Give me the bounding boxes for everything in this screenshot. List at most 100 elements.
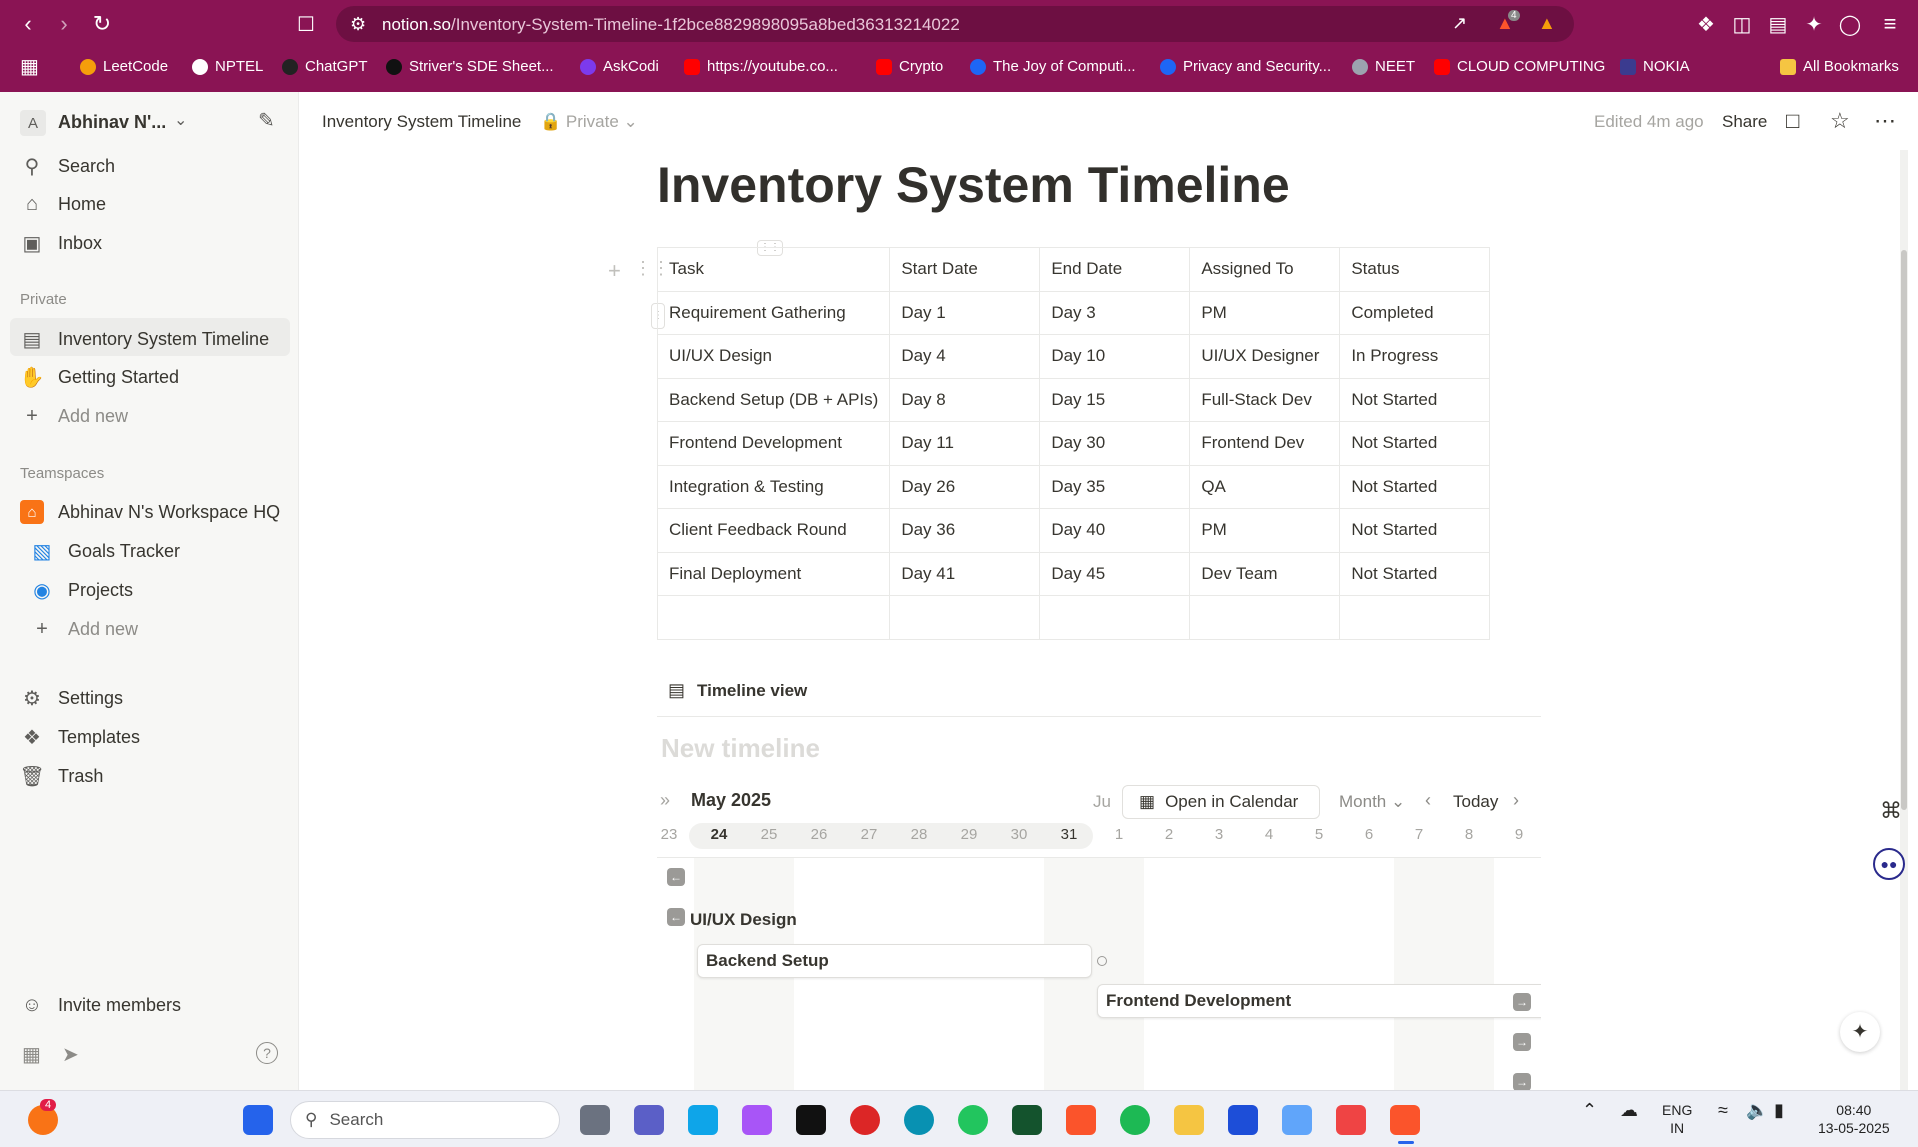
timeline-scale-select[interactable]: Month ⌄ xyxy=(1339,792,1405,812)
sidebar-home[interactable]: ⌂ Home xyxy=(20,192,106,216)
new-page-icon[interactable]: ✎ xyxy=(258,108,275,133)
vpn-icon[interactable]: ◯ xyxy=(1836,10,1864,38)
table-cell[interactable]: QA xyxy=(1189,464,1341,509)
site-info-icon[interactable]: ⚙ xyxy=(350,14,366,35)
arrow-left-icon[interactable]: ← xyxy=(667,868,685,886)
table-cell[interactable]: Requirement Gathering xyxy=(656,290,891,335)
share-page-icon[interactable]: ↗ xyxy=(1452,13,1467,34)
table-cell[interactable]: Completed xyxy=(1339,290,1491,335)
timeline-view-tab[interactable]: ▤ Timeline view xyxy=(668,680,807,701)
table-cell[interactable]: Not Started xyxy=(1339,377,1491,422)
table-cell[interactable]: Frontend Development xyxy=(656,421,891,466)
security-icon[interactable]: ☁ xyxy=(1620,1101,1638,1119)
next-arrow-icon[interactable]: › xyxy=(1513,790,1519,811)
language-indicator[interactable]: ENG IN xyxy=(1662,1101,1692,1137)
table-cell[interactable]: UI/UX Designer xyxy=(1189,334,1341,379)
back-icon[interactable]: ‹ xyxy=(14,10,42,38)
extensions-icon[interactable]: ❖ xyxy=(1692,10,1720,38)
bookmark-joy-of-computing[interactable]: The Joy of Computi... xyxy=(970,58,1136,75)
bookmark-leetcode[interactable]: LeetCode xyxy=(80,58,168,75)
timeline-title-placeholder[interactable]: New timeline xyxy=(661,733,820,764)
dependency-handle-icon[interactable] xyxy=(1097,956,1107,966)
notion-ai-icon[interactable]: ✦ xyxy=(1840,1012,1880,1052)
table-cell[interactable]: Day 8 xyxy=(889,377,1041,422)
timeline-item-backend[interactable]: Backend Setup xyxy=(697,944,1092,978)
page-title[interactable]: Inventory System Timeline xyxy=(657,156,1290,214)
table-cell[interactable]: PM xyxy=(1189,508,1341,553)
breadcrumb[interactable]: Inventory System Timeline xyxy=(322,112,521,132)
all-bookmarks[interactable]: All Bookmarks xyxy=(1780,58,1899,75)
table-cell[interactable]: Day 40 xyxy=(1039,508,1191,553)
prev-arrow-icon[interactable]: ‹ xyxy=(1425,790,1431,811)
chrome-icon[interactable] xyxy=(958,1105,988,1135)
arrow-right-icon[interactable]: → xyxy=(1513,1033,1531,1051)
bookmark-nptel[interactable]: NPTEL xyxy=(192,58,263,75)
table-cell[interactable] xyxy=(656,595,891,640)
copilot-icon[interactable] xyxy=(742,1105,772,1135)
more-icon[interactable]: ⋯ xyxy=(1874,108,1896,134)
bookmark-chatgpt[interactable]: ChatGPT xyxy=(282,58,368,75)
table-cell[interactable]: Day 30 xyxy=(1039,421,1191,466)
table-cell[interactable]: Day 1 xyxy=(889,290,1041,335)
table-cell[interactable]: Full-Stack Dev xyxy=(1189,377,1341,422)
table-cell[interactable] xyxy=(1189,595,1341,640)
table-cell[interactable]: Day 26 xyxy=(889,464,1041,509)
assistant-icon[interactable]: ●● xyxy=(1873,848,1905,880)
sidebar-add-new-private[interactable]: + Add new xyxy=(20,404,128,428)
sidebar-templates[interactable]: ❖ Templates xyxy=(20,725,140,749)
bookmark-crypto[interactable]: Crypto xyxy=(876,58,943,75)
today-button[interactable]: Today xyxy=(1453,792,1498,812)
edge-icon[interactable] xyxy=(904,1105,934,1135)
address-bar[interactable]: ⚙ notion.so/Inventory-System-Timeline-1f… xyxy=(336,6,1574,42)
sidebar-page-goals[interactable]: ▧ Goals Tracker xyxy=(30,539,181,563)
calendar-icon[interactable]: ▦ xyxy=(22,1042,41,1067)
table-cell[interactable]: Day 10 xyxy=(1039,334,1191,379)
share-button[interactable]: Share xyxy=(1722,112,1767,132)
intellij-icon[interactable] xyxy=(796,1105,826,1135)
table-cell[interactable]: UI/UX Design xyxy=(656,334,891,379)
app-icon[interactable] xyxy=(1282,1105,1312,1135)
table-cell[interactable]: Day 4 xyxy=(889,334,1041,379)
table-cell[interactable]: PM xyxy=(1189,290,1341,335)
table-cell[interactable]: In Progress xyxy=(1339,334,1491,379)
table-cell[interactable]: Day 41 xyxy=(889,551,1041,596)
bookmark-icon[interactable]: ☐ xyxy=(292,10,320,38)
wps-icon[interactable] xyxy=(1336,1105,1366,1135)
table-header-cell[interactable]: End Date xyxy=(1039,247,1191,292)
table-cell[interactable] xyxy=(1039,595,1191,640)
table-cell[interactable]: Not Started xyxy=(1339,551,1491,596)
spotify-icon[interactable] xyxy=(1120,1105,1150,1135)
timeline-canvas[interactable]: ← ← UI/UX Design Backend Setup Frontend … xyxy=(657,857,1541,1090)
clock[interactable]: 08:40 13-05-2025 xyxy=(1818,1101,1890,1137)
taskbar-search[interactable]: ⚲ Search xyxy=(290,1101,560,1139)
task-view-icon[interactable] xyxy=(580,1105,610,1135)
table-cell[interactable] xyxy=(889,595,1041,640)
brave-icon[interactable] xyxy=(1066,1105,1096,1135)
timeline-item-frontend[interactable]: Frontend Development xyxy=(1097,984,1541,1018)
table-cell[interactable] xyxy=(1339,595,1491,640)
volume-icon[interactable]: 🔈 xyxy=(1746,1101,1768,1119)
apps-icon[interactable]: ▦ xyxy=(20,54,39,79)
table-cell[interactable]: Frontend Dev xyxy=(1189,421,1341,466)
sidebar-add-new-team[interactable]: + Add new xyxy=(30,617,138,641)
bookmark-privacy[interactable]: Privacy and Security... xyxy=(1160,58,1331,75)
table-cell[interactable]: Dev Team xyxy=(1189,551,1341,596)
menu-icon[interactable]: ≡ xyxy=(1876,10,1904,38)
arrow-right-icon[interactable]: → xyxy=(1513,1073,1531,1090)
table-header-cell[interactable]: Status xyxy=(1339,247,1491,292)
opera-icon[interactable] xyxy=(850,1105,880,1135)
sidebar-settings[interactable]: ⚙ Settings xyxy=(20,686,123,710)
sidebar-search[interactable]: ⚲ Search xyxy=(20,154,115,178)
brave-active-icon[interactable] xyxy=(1390,1105,1420,1135)
table-cell[interactable]: Day 15 xyxy=(1039,377,1191,422)
forward-icon[interactable]: › xyxy=(50,10,78,38)
bookmark-cloud-computing[interactable]: CLOUD COMPUTING xyxy=(1434,58,1605,75)
table-cell[interactable]: Not Started xyxy=(1339,464,1491,509)
add-block-icon[interactable]: + xyxy=(608,258,621,284)
send-icon[interactable]: ➤ xyxy=(62,1042,79,1067)
sidebar-page-getting-started[interactable]: ✋ Getting Started xyxy=(20,365,180,389)
pycharm-icon[interactable] xyxy=(1012,1105,1042,1135)
file-explorer-icon[interactable] xyxy=(1174,1105,1204,1135)
arrow-left-icon[interactable]: ← xyxy=(667,908,685,926)
sidebar-teamspace[interactable]: ⌂ Abhinav N's Workspace HQ xyxy=(20,500,280,524)
